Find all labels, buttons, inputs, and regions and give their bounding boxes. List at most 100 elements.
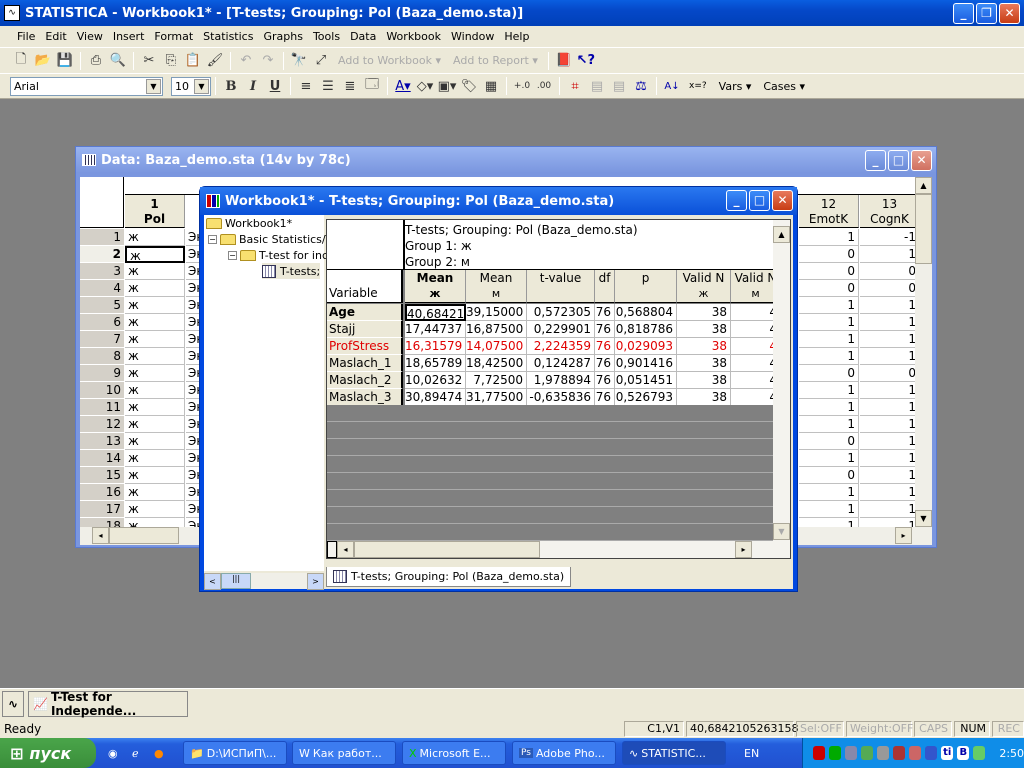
tag-icon[interactable]: 🏷 [458,76,480,96]
font-combo[interactable]: Arial ▼ [10,76,163,96]
cell-pol[interactable]: ж [125,484,185,501]
row-header[interactable]: 7 [80,331,124,348]
cell-cognk[interactable]: 1 [860,297,920,314]
menu-tools[interactable]: Tools [308,30,345,43]
add-to-workbook-button[interactable]: Add to Workbook ▾ [332,54,447,67]
scroll-thumb[interactable] [915,194,932,264]
data-minimize-button[interactable]: _ [865,150,886,171]
result-cell[interactable]: 76 [595,338,615,355]
workbook-close-button[interactable]: ✕ [772,190,793,211]
h-scroll-thumb[interactable] [354,541,540,558]
corner-cell[interactable] [80,177,124,228]
result-cell[interactable]: 38 [677,372,731,389]
workbook-minimize-button[interactable]: _ [726,190,747,211]
print-icon[interactable]: ⎙ [85,51,107,71]
cell-cognk[interactable]: 1 [860,501,920,518]
green-tray-icon[interactable] [829,746,842,760]
result-cell[interactable]: 0,124287 [527,355,595,372]
scroll-left-button[interactable]: ◂ [337,541,354,558]
result-cell[interactable]: 38 [677,338,731,355]
task-photoshop[interactable]: Ps Adobe Pho... [512,741,616,765]
cell-cognk[interactable]: -1 [860,229,920,246]
cell-col2[interactable]: Эн [186,467,200,484]
cell-cognk[interactable]: 1 [860,416,920,433]
row-header[interactable]: 15 [80,467,124,484]
row-header[interactable]: 4 [80,280,124,297]
cell-col2[interactable]: Эн [186,501,200,518]
cases-menu-button[interactable]: Cases ▾ [757,80,811,93]
row-header[interactable]: 10 [80,382,124,399]
result-cell[interactable]: 0,229901 [527,321,595,338]
result-cell[interactable]: 76 [595,372,615,389]
cell-pol[interactable]: ж [125,501,185,518]
cell-cognk[interactable]: 1 [860,467,920,484]
volume-tray-icon[interactable] [893,746,906,760]
result-cell[interactable]: 38 [677,304,731,321]
cell-cognk[interactable]: 1 [860,450,920,467]
result-cell[interactable]: 0,568804 [615,304,677,321]
cell-cognk[interactable]: 1 [860,399,920,416]
font-size-combo[interactable]: 10 ▼ [171,76,211,96]
cell-cognk[interactable]: 1 [860,331,920,348]
workbook-maximize-button[interactable]: □ [749,190,770,211]
variable-name[interactable]: Age [327,304,403,321]
new-icon[interactable]: 🗋 [10,51,32,71]
cell-pol[interactable]: ж [125,399,185,416]
task-statistica[interactable]: ∿ STATISTIC... [622,741,726,765]
result-cell[interactable]: 76 [595,355,615,372]
fill-color-icon[interactable]: ◇▾ [414,76,436,96]
split-handle[interactable] [327,541,337,558]
menu-file[interactable]: File [12,30,40,43]
chevron-down-icon[interactable]: ▼ [194,78,209,94]
results-horizontal-scrollbar[interactable]: ◂ ▸ [327,541,774,558]
cell-col2[interactable]: Эн [186,450,200,467]
column-header[interactable]: p [615,270,677,303]
cell-pol[interactable]: ж [125,382,185,399]
copy-icon[interactable]: ⎘ [160,51,182,71]
cell-pol[interactable]: ж [125,297,185,314]
increase-decimal-icon[interactable]: +.0 [511,76,533,96]
cell-pol[interactable]: ж [125,348,185,365]
row-header[interactable]: 11 [80,399,124,416]
cell-col2[interactable]: Эн [186,246,200,263]
column-header-cognk[interactable]: 13 CognK [860,195,920,228]
tree-node-basic-statistics[interactable]: − Basic Statistics/T [208,231,332,247]
menu-graphs[interactable]: Graphs [258,30,307,43]
variable-name[interactable]: Maslach_1 [327,355,403,372]
variable-name[interactable]: Maslach_3 [327,389,403,406]
undo-icon[interactable]: ↶ [235,51,257,71]
underline-button[interactable]: U [264,76,286,96]
acrobat-tray-icon[interactable] [813,746,826,760]
result-cell[interactable]: 30,89474 [405,389,466,406]
tree-horizontal-scrollbar[interactable]: < ||| > [204,573,324,590]
column-header[interactable]: Valid N ж [677,270,731,303]
scroll-up-button[interactable]: ▲ [915,177,932,194]
print-preview-icon[interactable]: 🔍 [107,51,129,71]
row-header[interactable]: 9 [80,365,124,382]
cell-col2[interactable]: Эн [186,416,200,433]
result-cell[interactable]: 16,31579 [405,338,466,355]
save-icon[interactable]: 💾 [54,51,76,71]
border-icon[interactable]: ▣▾ [436,76,458,96]
case-states-2-icon[interactable]: ▤ [608,76,630,96]
tab-t-tests[interactable]: T-tests; Grouping: Pol (Baza_demo.sta) [326,567,572,587]
cell-pol[interactable]: ж [125,246,185,263]
cell-emotk[interactable]: 1 [799,331,859,348]
result-cell[interactable]: 38 [677,355,731,372]
cell-cognk[interactable]: 1 [860,484,920,501]
cell-emotk[interactable]: 0 [799,433,859,450]
chevron-down-icon[interactable]: ▼ [146,78,161,94]
cell-cognk[interactable]: 0 [860,280,920,297]
gridlines-icon[interactable]: ▦ [480,76,502,96]
tree-node-t-tests-sheet[interactable]: T-tests; [262,263,321,279]
result-cell[interactable]: 1,978894 [527,372,595,389]
weight-icon[interactable]: ⚖ [630,76,652,96]
row-header[interactable]: 3 [80,263,124,280]
variable-name[interactable]: Stajj [327,321,403,338]
cell-col2[interactable]: Эн [186,348,200,365]
variable-name[interactable]: ProfStress [327,338,403,355]
statistica-minimized-icon[interactable]: ∿ [2,691,24,717]
result-cell[interactable]: 7,72500 [466,372,527,389]
scroll-down-button[interactable]: ▼ [915,510,932,527]
align-right-icon[interactable]: ≣ [339,76,361,96]
